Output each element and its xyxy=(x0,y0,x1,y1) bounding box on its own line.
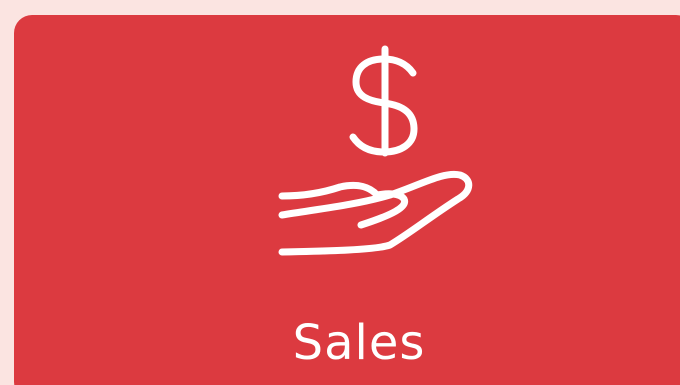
page: Sales xyxy=(0,0,680,385)
dollar-hand-icon xyxy=(260,45,490,265)
sales-tile[interactable]: Sales xyxy=(14,15,680,385)
tile-label: Sales xyxy=(292,315,426,371)
